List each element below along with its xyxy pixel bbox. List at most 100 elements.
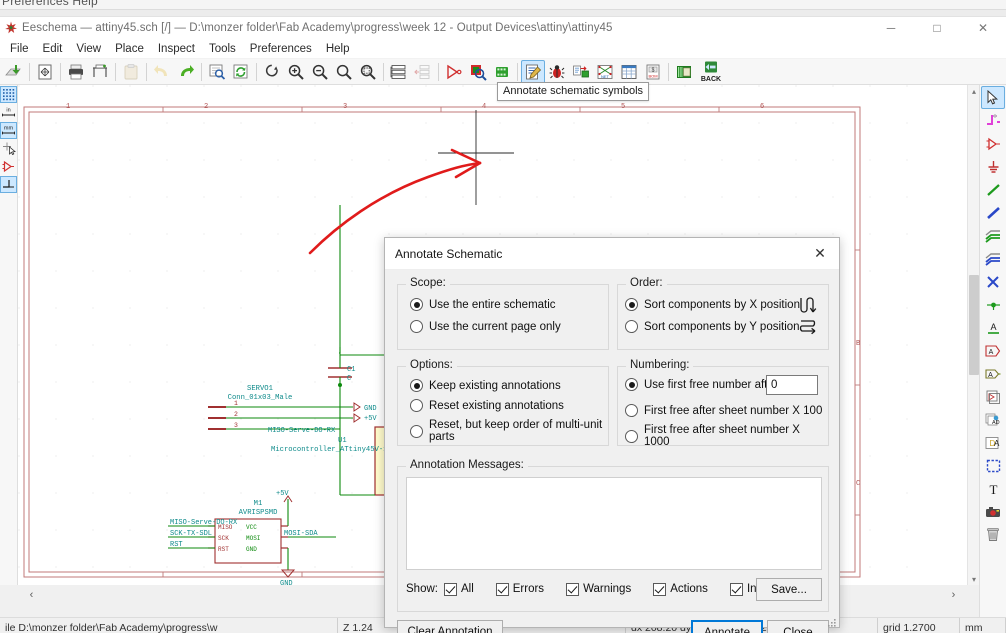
delete-tool-icon[interactable]: [981, 523, 1005, 546]
place-graphic-box-icon[interactable]: [981, 454, 1005, 477]
checkbox-actions-box[interactable]: [653, 582, 667, 596]
run-pcbnew-icon[interactable]: [672, 60, 696, 84]
radio-sort-y[interactable]: [625, 320, 638, 333]
options-keep-existing[interactable]: Keep existing annotations: [410, 379, 561, 392]
erc-bug-icon[interactable]: [545, 60, 569, 84]
footprint-editor-icon[interactable]: [490, 60, 514, 84]
radio-keep-existing[interactable]: [410, 379, 423, 392]
symbol-editor-icon[interactable]: [442, 60, 466, 84]
clear-annotation-button[interactable]: Clear Annotation: [397, 620, 503, 633]
place-hier-label-icon[interactable]: A: [981, 362, 1005, 385]
print-icon[interactable]: [64, 60, 88, 84]
place-global-label-icon[interactable]: A: [981, 339, 1005, 362]
menu-help[interactable]: Help: [319, 41, 357, 57]
rotate-icon[interactable]: [260, 60, 284, 84]
units-inches-icon[interactable]: in: [0, 104, 17, 121]
new-sheet-icon[interactable]: [2, 60, 26, 84]
radio-first-free-after[interactable]: [625, 378, 638, 391]
numbering-first-free-after[interactable]: Use first free number after:: [625, 378, 781, 391]
radio-reset-keep-order[interactable]: [410, 424, 423, 438]
units-mm-icon[interactable]: mm: [0, 122, 17, 139]
scroll-left-arrow[interactable]: ‹: [23, 585, 40, 604]
import-hier-pin-icon[interactable]: AD: [981, 408, 1005, 431]
redo-icon[interactable]: [174, 60, 198, 84]
checkbox-errors[interactable]: Errors: [495, 582, 544, 596]
zoom-in-icon[interactable]: [284, 60, 308, 84]
annotate-button[interactable]: Annotate: [691, 620, 763, 633]
run-cvpcb-icon[interactable]: [569, 60, 593, 84]
annotate-icon[interactable]: [521, 59, 545, 84]
bom-icon[interactable]: $ BOM: [641, 60, 665, 84]
vertical-scroll-thumb[interactable]: [969, 275, 979, 375]
maximize-button[interactable]: □: [914, 17, 960, 39]
symbol-browser-icon[interactable]: [466, 60, 490, 84]
options-reset-existing[interactable]: Reset existing annotations: [410, 399, 564, 412]
close-button[interactable]: ✕: [960, 17, 1006, 39]
numbering-sheet-x100[interactable]: First free after sheet number X 100: [625, 404, 822, 417]
place-wire-to-bus-icon[interactable]: [981, 224, 1005, 247]
netlist-icon[interactable]: NET: [593, 60, 617, 84]
options-reset-keep-order[interactable]: Reset, but keep order of multi-unit part…: [410, 419, 608, 443]
first-free-number-input[interactable]: 0: [766, 375, 818, 395]
toggle-grid-icon[interactable]: [0, 86, 17, 103]
cursor-shape-icon[interactable]: [0, 140, 17, 157]
refresh-icon[interactable]: [229, 60, 253, 84]
place-power-port-icon[interactable]: [981, 155, 1005, 178]
radio-current-page[interactable]: [410, 320, 423, 333]
checkbox-warnings[interactable]: Warnings: [566, 582, 631, 596]
place-sheet-pin-icon[interactable]: D A: [981, 431, 1005, 454]
minimize-button[interactable]: ─: [868, 17, 914, 39]
menu-preferences[interactable]: Preferences: [243, 41, 319, 57]
order-option-sort-y[interactable]: Sort components by Y position: [625, 320, 800, 333]
bom-grid-icon[interactable]: [617, 60, 641, 84]
radio-reset-existing[interactable]: [410, 399, 423, 412]
checkbox-all-box[interactable]: [443, 582, 457, 596]
plot-icon[interactable]: [88, 60, 112, 84]
radio-sheet-x100[interactable]: [625, 404, 638, 417]
dialog-resize-grip[interactable]: [827, 615, 837, 627]
checkbox-actions[interactable]: Actions: [653, 582, 708, 596]
find-icon[interactable]: [205, 60, 229, 84]
place-wire-icon[interactable]: [981, 178, 1005, 201]
place-hier-sheet-icon[interactable]: [981, 385, 1005, 408]
place-bus-to-bus-icon[interactable]: [981, 247, 1005, 270]
save-messages-button[interactable]: Save...: [756, 578, 822, 601]
place-image-icon[interactable]: [981, 500, 1005, 523]
radio-sheet-x1000[interactable]: [625, 429, 638, 443]
page-settings-icon[interactable]: [33, 60, 57, 84]
dialog-close-icon[interactable]: ✕: [801, 238, 839, 269]
checkbox-all[interactable]: All: [443, 582, 474, 596]
back-import-icon[interactable]: BACK: [696, 60, 726, 84]
checkbox-infos-box[interactable]: [729, 582, 743, 596]
place-text-icon[interactable]: T: [981, 477, 1005, 500]
vertical-scrollbar[interactable]: ▴ ▾: [967, 85, 979, 585]
menu-tools[interactable]: Tools: [202, 41, 243, 57]
scope-option-entire-schematic[interactable]: Use the entire schematic: [410, 298, 556, 311]
scroll-right-arrow[interactable]: ›: [945, 585, 962, 604]
hidden-pins-icon[interactable]: [0, 158, 17, 175]
menu-view[interactable]: View: [69, 41, 108, 57]
zoom-out-icon[interactable]: [308, 60, 332, 84]
place-no-connect-icon[interactable]: [981, 270, 1005, 293]
select-tool-icon[interactable]: [981, 86, 1005, 109]
menu-file[interactable]: File: [3, 41, 36, 57]
numbering-sheet-x1000[interactable]: First free after sheet number X 1000: [625, 424, 828, 448]
radio-entire-schematic[interactable]: [410, 298, 423, 311]
checkbox-warnings-box[interactable]: [566, 582, 580, 596]
place-junction-icon[interactable]: [981, 293, 1005, 316]
highlight-net-icon[interactable]: [981, 109, 1005, 132]
order-option-sort-x[interactable]: Sort components by X position: [625, 298, 800, 311]
leave-sheet-icon[interactable]: [411, 60, 435, 84]
place-symbol-icon[interactable]: [981, 132, 1005, 155]
scope-option-current-page[interactable]: Use the current page only: [410, 320, 561, 333]
hierarchy-navigator-icon[interactable]: [387, 60, 411, 84]
menu-inspect[interactable]: Inspect: [151, 41, 202, 57]
paste-icon[interactable]: [119, 60, 143, 84]
place-bus-icon[interactable]: [981, 201, 1005, 224]
checkbox-errors-box[interactable]: [495, 582, 509, 596]
radio-sort-x[interactable]: [625, 298, 638, 311]
close-dialog-button[interactable]: Close: [767, 620, 829, 633]
menu-place[interactable]: Place: [108, 41, 151, 57]
undo-icon[interactable]: [150, 60, 174, 84]
annotation-messages-textarea[interactable]: [406, 477, 822, 570]
